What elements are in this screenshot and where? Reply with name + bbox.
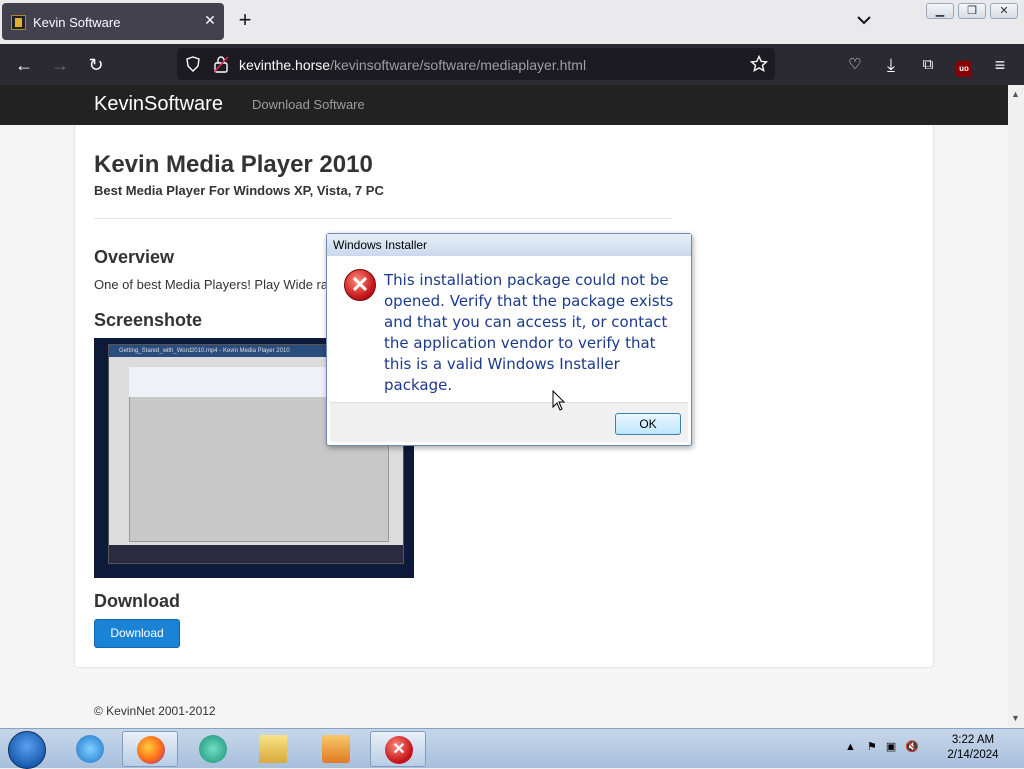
site-navbar: KevinSoftware Download Software — [0, 85, 1008, 125]
windows-installer-dialog: Windows Installer ✕ This installation pa… — [326, 233, 692, 446]
download-heading: Download — [94, 591, 180, 611]
page-title: Kevin Media Player 2010 — [94, 151, 373, 178]
insecure-lock-icon[interactable] — [213, 55, 229, 73]
restore-button[interactable]: ❐ — [958, 3, 986, 19]
mouse-cursor-icon — [552, 390, 566, 411]
taskbar-firefox[interactable] — [122, 731, 178, 767]
minimize-button[interactable]: ▁ — [926, 3, 954, 19]
url-path: /kevinsoftware/software/mediaplayer.html — [330, 57, 587, 73]
error-icon: ✕ — [344, 269, 376, 301]
divider — [94, 218, 672, 219]
tab-title: Kevin Software — [33, 15, 121, 30]
clock-time: 3:22 AM — [951, 734, 995, 746]
system-tray: ▲ ⚑ ▣ 🔇 — [845, 740, 919, 753]
url-text[interactable]: kevinthe.horse/kevinsoftware/software/me… — [239, 57, 586, 73]
tab-strip: Kevin Software ✕ + ▁ ❐ ✕ — [0, 0, 1024, 44]
back-arrow-icon[interactable]: ← — [13, 54, 35, 76]
page-subtitle: Best Media Player For Windows XP, Vista,… — [94, 183, 384, 198]
action-center-flag-icon[interactable]: ⚑ — [867, 741, 877, 753]
taskbar-ie[interactable] — [62, 731, 118, 767]
clock-date: 2/14/2024 — [947, 749, 999, 761]
reload-icon[interactable]: ↻ — [85, 54, 107, 76]
firefox-icon — [137, 736, 165, 764]
menu-hamburger-icon[interactable]: ≡ — [989, 54, 1011, 76]
clock[interactable]: 3:22 AM 2/14/2024 — [944, 733, 1002, 763]
taskbar-explorer[interactable] — [245, 731, 301, 767]
folder-icon — [259, 735, 287, 763]
dialog-message: This installation package could not be o… — [384, 271, 674, 394]
page-scrollbar[interactable]: ▲ ▼ — [1008, 85, 1024, 728]
dialog-footer: OK — [330, 402, 688, 442]
media-player-icon — [322, 735, 350, 763]
volume-muted-icon[interactable]: 🔇 — [905, 741, 919, 753]
taskbar-installer-error[interactable]: ✕ — [370, 731, 426, 767]
network-icon[interactable]: ▣ — [886, 741, 896, 753]
taskbar-app[interactable] — [185, 731, 241, 767]
forward-arrow-icon[interactable]: → — [49, 54, 71, 76]
error-icon: ✕ — [385, 736, 413, 764]
ublock-icon[interactable]: uo — [953, 54, 975, 77]
close-window-button[interactable]: ✕ — [990, 3, 1018, 19]
start-button[interactable] — [8, 731, 46, 769]
bookmark-star-icon[interactable] — [750, 55, 768, 73]
tab-kevin-software[interactable]: Kevin Software ✕ — [2, 3, 224, 40]
dialog-body: ✕ This installation package could not be… — [330, 256, 688, 402]
extensions-icon[interactable]: ⧉ — [917, 54, 939, 76]
download-button[interactable]: Download — [94, 619, 180, 648]
downloads-icon[interactable]: ⤓ — [880, 54, 902, 76]
taskbar-media-player[interactable] — [308, 731, 364, 767]
overview-heading: Overview — [94, 247, 175, 267]
dialog-title: Windows Installer — [327, 234, 691, 256]
new-tab-icon[interactable]: + — [234, 8, 256, 32]
pocket-icon[interactable]: ♡ — [844, 54, 866, 76]
screenshot-heading: Screenshote — [94, 310, 203, 330]
windows-taskbar: ✕ ▲ ⚑ ▣ 🔇 3:22 AM 2/14/2024 — [0, 728, 1024, 769]
site-brand-link[interactable]: KevinSoftware — [94, 93, 223, 116]
footer-copyright: © KevinNet 2001-2012 — [94, 704, 216, 718]
list-all-tabs-chevron-down-icon[interactable] — [854, 10, 874, 30]
tab-close-icon[interactable]: ✕ — [201, 12, 219, 29]
nav-download-software-link[interactable]: Download Software — [252, 97, 365, 112]
ok-button[interactable]: OK — [615, 413, 681, 435]
tracking-shield-icon[interactable] — [185, 56, 201, 72]
url-host: kevinthe.horse — [239, 57, 331, 73]
show-hidden-icons-icon[interactable]: ▲ — [845, 741, 856, 753]
site-favicon-icon — [11, 15, 26, 30]
internet-explorer-icon — [76, 735, 104, 763]
app-icon — [199, 735, 227, 763]
overview-text: One of best Media Players! Play Wide ran… — [94, 277, 334, 292]
